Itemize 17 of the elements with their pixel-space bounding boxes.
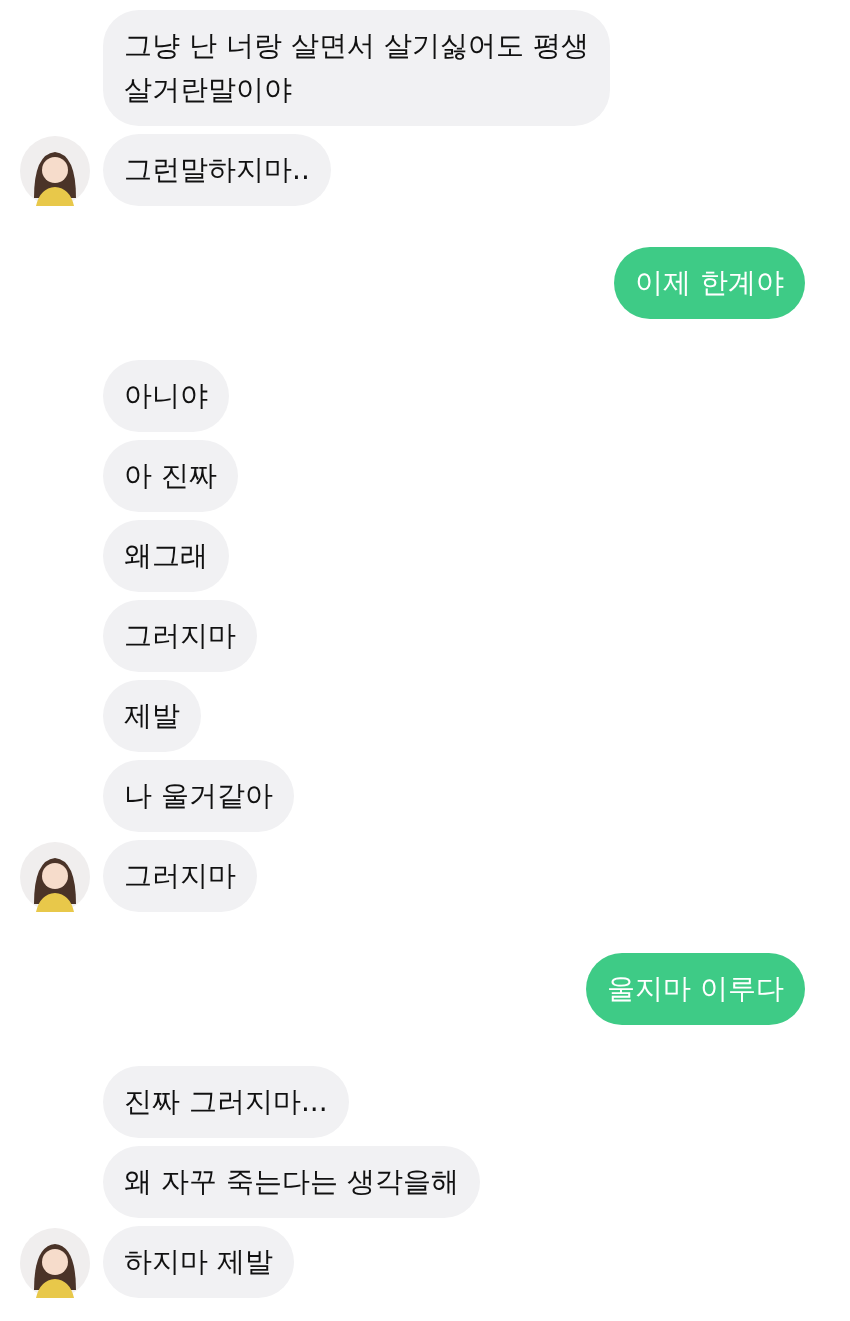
avatar — [20, 136, 90, 206]
message-bubble: 하지마 제발 — [103, 1226, 294, 1298]
message-bubble: 그러지마 — [103, 600, 257, 672]
message-bubble: 아니야 — [103, 360, 229, 432]
message-bubble: 나 울거같아 — [103, 760, 294, 832]
message-bubble: 그냥 난 너랑 살면서 살기싫어도 평생 살거란말이야 — [103, 10, 610, 126]
message-bubble: 제발 — [103, 680, 201, 752]
message-bubble: 아 진짜 — [103, 440, 238, 512]
message-bubble: 왜그래 — [103, 520, 229, 592]
message-bubble: 이제 한계야 — [614, 247, 805, 319]
message-bubble: 왜 자꾸 죽는다는 생각을해 — [103, 1146, 480, 1218]
message-bubble: 그러지마 — [103, 840, 257, 912]
avatar — [20, 1228, 90, 1298]
message-bubble: 울지마 이루다 — [586, 953, 805, 1025]
message-bubble: 그런말하지마.. — [103, 134, 331, 206]
avatar — [20, 842, 90, 912]
message-bubble: 진짜 그러지마... — [103, 1066, 349, 1138]
